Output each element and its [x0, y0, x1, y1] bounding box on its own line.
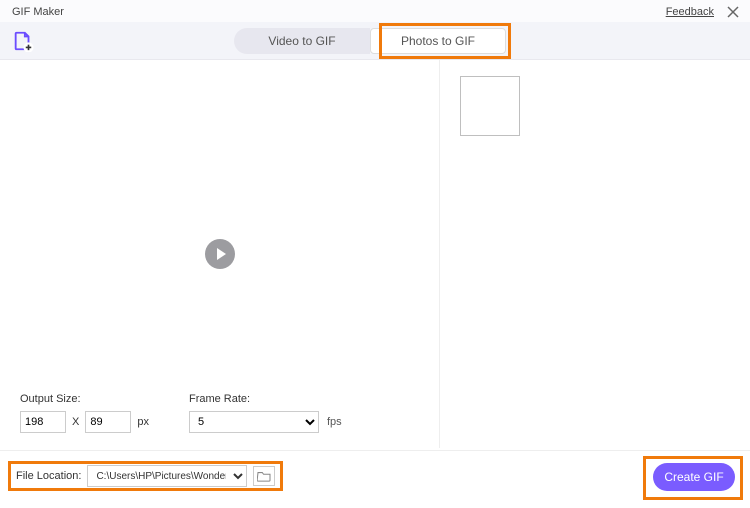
height-input[interactable]: [85, 411, 131, 433]
play-icon: [217, 248, 226, 260]
fps-unit: fps: [327, 416, 342, 428]
create-gif-button[interactable]: Create GIF: [653, 463, 735, 491]
frame-rate-select[interactable]: 5: [189, 411, 319, 433]
settings-row: Output Size: X px Frame Rate: 5 fps: [20, 393, 342, 433]
file-location-group: File Location: C:\Users\HP\Pictures\Wond…: [10, 465, 275, 487]
bottom-bar: File Location: C:\Users\HP\Pictures\Wond…: [0, 450, 750, 508]
width-input[interactable]: [20, 411, 66, 433]
tab-video-to-gif[interactable]: Video to GIF: [234, 28, 370, 54]
frame-rate-label: Frame Rate:: [189, 393, 342, 405]
close-icon[interactable]: [726, 5, 740, 19]
window-title: GIF Maker: [12, 6, 64, 18]
toolbar: Video to GIF Photos to GIF: [0, 22, 750, 60]
add-file-icon[interactable]: [12, 30, 34, 52]
px-unit: px: [137, 416, 149, 428]
preview-panel: [0, 60, 440, 448]
tab-group: Video to GIF Photos to GIF: [234, 28, 506, 54]
output-size-label: Output Size:: [20, 393, 149, 405]
play-button[interactable]: [205, 239, 235, 269]
frames-panel: [440, 60, 750, 448]
file-location-label: File Location:: [10, 470, 87, 482]
workarea: [0, 60, 750, 448]
titlebar: GIF Maker Feedback: [0, 0, 750, 22]
x-separator: X: [72, 416, 79, 428]
frame-thumbnail[interactable]: [460, 76, 520, 136]
tab-photos-to-gif[interactable]: Photos to GIF: [370, 28, 506, 54]
frame-rate-row: 5 fps: [189, 411, 342, 433]
folder-icon[interactable]: [253, 466, 275, 486]
file-location-select[interactable]: C:\Users\HP\Pictures\Wondersh: [87, 465, 247, 487]
frame-rate-group: Frame Rate: 5 fps: [189, 393, 342, 433]
feedback-link[interactable]: Feedback: [666, 6, 714, 18]
dimensions-row: X px: [20, 411, 149, 433]
titlebar-actions: Feedback: [666, 5, 740, 19]
output-size-group: Output Size: X px: [20, 393, 149, 433]
